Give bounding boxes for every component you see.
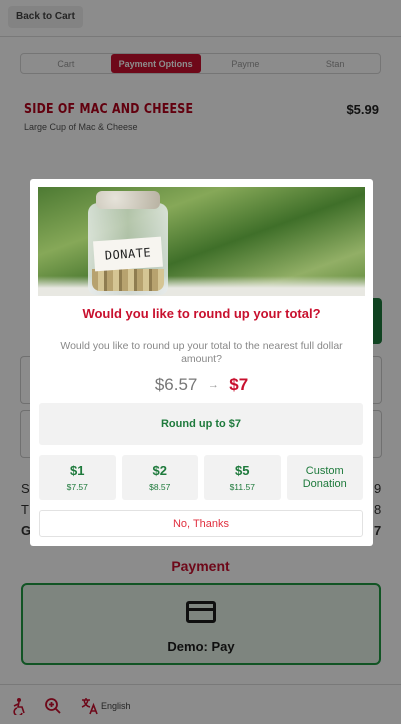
donation-options: $1 $7.57 $2 $8.57 $5 $11.57 Custom Donat…	[39, 455, 363, 500]
modal-subtitle: Would you like to round up your total to…	[60, 340, 343, 365]
rounded-total: $7	[229, 375, 249, 394]
donate-5-button[interactable]: $5 $11.57	[204, 455, 281, 500]
amount-comparison: $6.57 → $7	[30, 375, 373, 395]
round-up-button[interactable]: Round up to $7	[39, 403, 363, 445]
custom-donation-button[interactable]: Custom Donation	[286, 455, 363, 500]
donation-jar-image: DONATE	[38, 187, 365, 296]
donation-new-total: $11.57	[229, 482, 255, 492]
donation-new-total: $7.57	[66, 482, 88, 492]
donation-new-total: $8.57	[149, 482, 171, 492]
round-up-modal: DONATE Would you like to round up your t…	[30, 179, 373, 546]
donation-amount: $5	[235, 463, 250, 478]
donate-label: DONATE	[93, 236, 163, 272]
custom-donation-label: Custom Donation	[302, 464, 347, 490]
jar-coins-bottom	[92, 269, 164, 291]
donate-2-button[interactable]: $2 $8.57	[121, 455, 198, 500]
donation-amount: $1	[70, 463, 85, 478]
jar-coins-top	[96, 191, 160, 209]
donation-amount: $2	[152, 463, 167, 478]
no-thanks-button[interactable]: No, Thanks	[39, 510, 363, 537]
arrow-right-icon: →	[207, 379, 219, 391]
donate-1-button[interactable]: $1 $7.57	[39, 455, 116, 500]
current-total: $6.57	[154, 375, 198, 394]
modal-title: Would you like to round up your total?	[82, 306, 321, 321]
